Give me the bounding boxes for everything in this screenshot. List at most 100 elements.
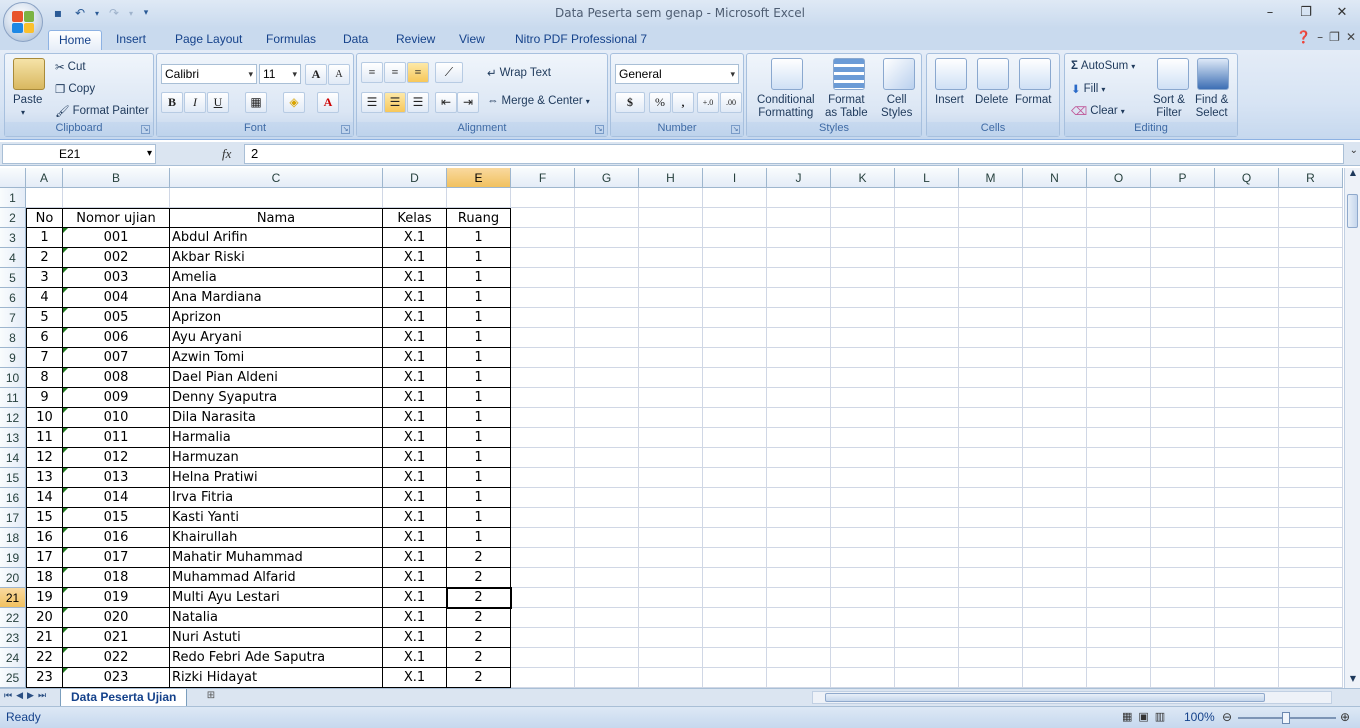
formula-input[interactable]: 2 (244, 144, 1344, 164)
grid-cell[interactable] (575, 228, 639, 248)
grid-cell[interactable] (895, 608, 959, 628)
grid-cell[interactable] (575, 368, 639, 388)
table-cell[interactable]: 23 (26, 668, 63, 688)
grid-cell[interactable] (575, 308, 639, 328)
grid-cell[interactable] (1023, 528, 1087, 548)
grid-cell[interactable] (767, 428, 831, 448)
table-cell[interactable]: 22 (26, 648, 63, 668)
grid-cell[interactable] (959, 428, 1023, 448)
grid-cell[interactable] (1215, 408, 1279, 428)
grid-cell[interactable] (1279, 268, 1343, 288)
table-cell[interactable]: 2 (447, 548, 511, 568)
delete-cells-icon[interactable] (977, 58, 1009, 90)
grid-cell[interactable] (831, 668, 895, 688)
row-header[interactable]: 11 (0, 388, 26, 408)
table-cell[interactable]: 1 (26, 228, 63, 248)
grid-cell[interactable] (1215, 468, 1279, 488)
grid-cell[interactable] (895, 648, 959, 668)
ribbon-restore-icon[interactable]: ❐ (1329, 30, 1340, 44)
grid-cell[interactable] (639, 368, 703, 388)
grid-cell[interactable] (895, 308, 959, 328)
grid-cell[interactable] (1087, 328, 1151, 348)
table-cell[interactable]: 2 (447, 648, 511, 668)
grid-cell[interactable] (639, 508, 703, 528)
table-cell[interactable]: X.1 (383, 408, 447, 428)
grid-cell[interactable] (831, 448, 895, 468)
align-top-icon[interactable]: ≡ (361, 62, 383, 83)
table-cell[interactable]: 4 (26, 288, 63, 308)
column-header[interactable]: A (26, 168, 63, 188)
grid-cell[interactable] (1215, 348, 1279, 368)
table-cell[interactable]: 2 (447, 568, 511, 588)
grid-cell[interactable] (639, 268, 703, 288)
grid-cell[interactable] (511, 648, 575, 668)
grid-cell[interactable] (1023, 348, 1087, 368)
grid-cell[interactable] (1151, 228, 1215, 248)
table-cell[interactable]: Rizki Hidayat (170, 668, 383, 688)
grid-cell[interactable] (1279, 528, 1343, 548)
grid-cell[interactable] (511, 188, 575, 208)
row-header[interactable]: 15 (0, 468, 26, 488)
table-cell[interactable]: Dael Pian Aldeni (170, 368, 383, 388)
table-cell[interactable]: 5 (26, 308, 63, 328)
table-cell[interactable]: X.1 (383, 288, 447, 308)
grid-cell[interactable] (639, 288, 703, 308)
tab-review[interactable]: Review (386, 30, 445, 50)
row-header[interactable]: 19 (0, 548, 26, 568)
grid-cell[interactable] (895, 288, 959, 308)
grid-cell[interactable] (959, 608, 1023, 628)
table-cell[interactable]: Muhammad Alfarid (170, 568, 383, 588)
grid-cell[interactable] (1151, 348, 1215, 368)
grid-cell[interactable] (959, 548, 1023, 568)
table-cell[interactable]: X.1 (383, 448, 447, 468)
table-cell[interactable]: 2 (447, 628, 511, 648)
font-color-button[interactable]: A (317, 92, 339, 113)
grid-cell[interactable] (1215, 228, 1279, 248)
table-cell[interactable]: Akbar Riski (170, 248, 383, 268)
grid-cell[interactable] (831, 188, 895, 208)
grid-cell[interactable] (511, 548, 575, 568)
grid-cell[interactable] (575, 608, 639, 628)
grid-cell[interactable] (959, 368, 1023, 388)
table-cell[interactable]: 1 (447, 268, 511, 288)
grid-cell[interactable] (767, 648, 831, 668)
table-cell[interactable]: 11 (26, 428, 63, 448)
table-cell[interactable]: 12 (26, 448, 63, 468)
grid-cell[interactable] (1023, 428, 1087, 448)
grid-cell[interactable] (511, 448, 575, 468)
grid-cell[interactable] (1087, 268, 1151, 288)
row-header[interactable]: 18 (0, 528, 26, 548)
grid-cell[interactable] (1023, 368, 1087, 388)
table-cell[interactable]: 001 (63, 228, 170, 248)
tab-formulas[interactable]: Formulas (256, 30, 326, 50)
table-cell[interactable]: Amelia (170, 268, 383, 288)
view-mode-icons[interactable]: ▦▣▥ (1122, 710, 1171, 723)
delete-cells-button[interactable]: Delete (975, 94, 1008, 106)
grid-cell[interactable] (639, 248, 703, 268)
decrease-indent-icon[interactable]: ⇤ (435, 92, 457, 113)
grid-cell[interactable] (959, 268, 1023, 288)
table-cell[interactable]: 3 (26, 268, 63, 288)
clear-button[interactable]: ⌫ Clear ▾ (1071, 104, 1125, 118)
grid-cell[interactable] (639, 208, 703, 228)
grid-cell[interactable] (703, 268, 767, 288)
grid-cell[interactable] (895, 268, 959, 288)
column-header[interactable]: J (767, 168, 831, 188)
grid-cell[interactable] (511, 568, 575, 588)
grid-cell[interactable] (1215, 648, 1279, 668)
grid-cell[interactable] (703, 508, 767, 528)
grid-cell[interactable] (1151, 408, 1215, 428)
grid-cell[interactable] (1087, 228, 1151, 248)
borders-icon[interactable]: ▦ (245, 92, 267, 113)
column-header[interactable]: F (511, 168, 575, 188)
column-header[interactable]: R (1279, 168, 1343, 188)
table-header-cell[interactable]: Nama (170, 208, 383, 228)
grid-cell[interactable] (831, 208, 895, 228)
align-left-icon[interactable]: ☰ (361, 92, 383, 113)
grid-cell[interactable] (1279, 208, 1343, 228)
currency-button[interactable]: $ (615, 92, 645, 113)
vertical-scrollbar[interactable]: ▲ ▼ (1344, 168, 1360, 688)
grid-cell[interactable] (895, 548, 959, 568)
grid-cell[interactable] (831, 508, 895, 528)
grid-cell[interactable] (26, 188, 63, 208)
